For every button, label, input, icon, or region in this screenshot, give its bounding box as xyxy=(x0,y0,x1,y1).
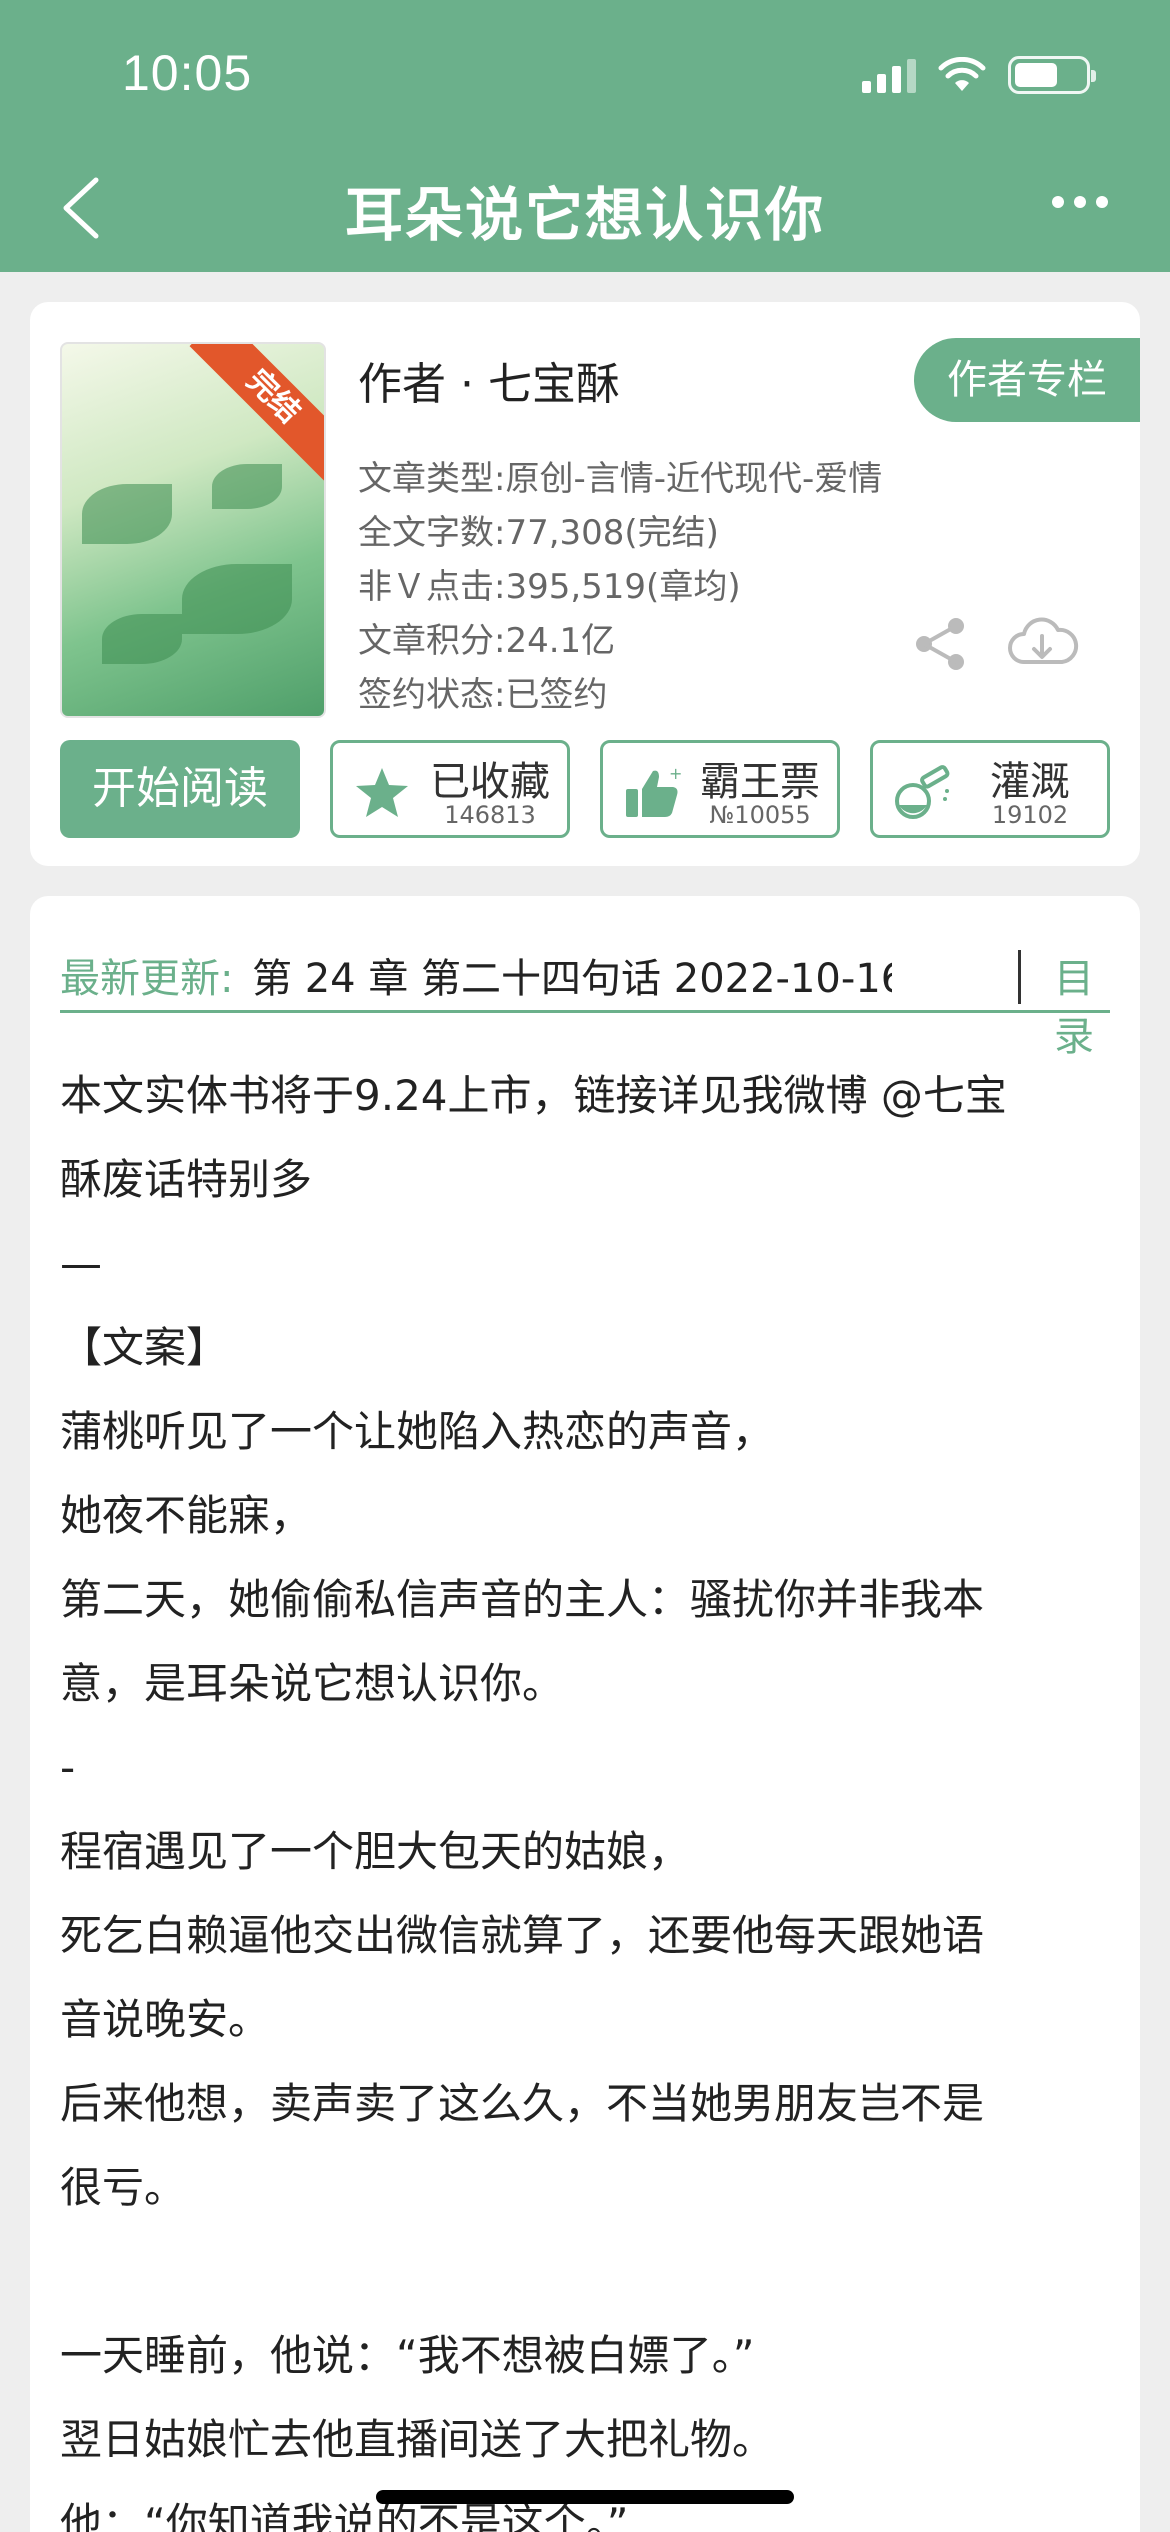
synopsis-line: 死乞白赖逼他交出微信就算了，还要他每天跟她语 xyxy=(60,1911,985,1960)
synopsis: 本文实体书将于9.24上市，链接详见我微博 @七宝 酥废话特别多 — 【文案】 … xyxy=(60,1054,1110,2532)
battery-icon xyxy=(1008,56,1096,94)
meta-word-count: 全文字数:77,308(完结) xyxy=(358,513,719,553)
thumbs-up-icon: + xyxy=(626,765,681,817)
svg-text:+: + xyxy=(669,765,681,783)
vote-button[interactable]: + 霸王票 №10055 xyxy=(600,740,840,838)
synopsis-line: 后来他想，卖声卖了这么久，不当她男朋友岂不是 xyxy=(60,2079,985,2128)
book-info-card: 完结 作者 · 七宝酥 作者专栏 文章类型:原创-言情-近代现代-爱情 全文字数… xyxy=(30,302,1140,866)
cellular-signal-icon xyxy=(862,57,916,93)
latest-update-row[interactable]: 最新更新: 第 24 章 第二十四句话 2022-10-16 1 目录 xyxy=(60,926,1110,1060)
book-meta: 文章类型:原创-言情-近代现代-爱情 全文字数:77,308(完结) 非Ｖ点击:… xyxy=(358,452,882,722)
water-label: 灌溉 xyxy=(990,759,1070,805)
home-indicator[interactable] xyxy=(376,2490,794,2504)
nutrient-bottle-icon xyxy=(895,765,950,819)
favorite-count: 146813 xyxy=(444,801,536,829)
book-cover[interactable]: 完结 xyxy=(60,342,326,718)
synopsis-line: 蒲桃听见了一个让她陷入热恋的声音， xyxy=(60,1407,775,1456)
synopsis-line: 第二天，她偷偷私信声音的主人：骚扰你并非我本 xyxy=(60,1575,985,1624)
favorite-button[interactable]: 已收藏 146813 xyxy=(330,740,570,838)
meta-genre: 文章类型:原创-言情-近代现代-爱情 xyxy=(358,459,883,499)
synopsis-line: — xyxy=(60,1239,102,1288)
synopsis-line: 本文实体书将于9.24上市，链接详见我微博 @七宝 xyxy=(60,1071,1007,1120)
latest-chapter-link[interactable]: 第 24 章 第二十四句话 2022-10-16 1 xyxy=(252,946,892,1004)
latest-update-label: 最新更新: xyxy=(60,956,234,1002)
completed-badge: 完结 xyxy=(189,344,324,481)
synopsis-line: 翌日姑娘忙去他直播间送了大把礼物。 xyxy=(60,2415,775,2464)
start-reading-button[interactable]: 开始阅读 xyxy=(60,740,300,838)
synopsis-line: 音说晚安。 xyxy=(60,1995,271,2044)
divider-line xyxy=(60,1010,1110,1013)
more-icon[interactable] xyxy=(1052,196,1108,208)
star-icon xyxy=(356,768,408,817)
vote-label: 霸王票 xyxy=(700,759,820,805)
page-title: 耳朵说它想认识你 xyxy=(344,181,825,249)
vote-count: №10055 xyxy=(709,801,811,829)
water-count: 19102 xyxy=(991,801,1069,829)
divider xyxy=(1018,950,1021,1004)
share-icon[interactable] xyxy=(910,614,970,674)
meta-sign-status: 签约状态:已签约 xyxy=(358,675,608,715)
status-time: 10:05 xyxy=(122,45,253,101)
synopsis-line: 一天睡前，他说：“我不想被白嫖了。” xyxy=(60,2331,755,2380)
meta-score: 文章积分:24.1亿 xyxy=(358,621,616,661)
synopsis-line: 酥废话特别多 xyxy=(60,1155,313,1204)
synopsis-line: 【文案】 xyxy=(60,1323,229,1372)
synopsis-line: 程宿遇见了一个胆大包天的姑娘， xyxy=(60,1827,691,1876)
synopsis-line: 她夜不能寐， xyxy=(60,1491,313,1540)
favorite-label: 已收藏 xyxy=(430,759,550,805)
status-icons xyxy=(862,56,1096,94)
table-of-contents-link[interactable]: 目录 xyxy=(1054,946,1110,1062)
synopsis-line: 意，是耳朵说它想认识你。 xyxy=(60,1659,565,1708)
synopsis-line xyxy=(60,2230,1110,2314)
author-name[interactable]: 作者 · 七宝酥 xyxy=(358,348,620,412)
water-button[interactable]: 灌溉 19102 xyxy=(870,740,1110,838)
author-column-button[interactable]: 作者专栏 xyxy=(914,338,1140,422)
meta-clicks: 非Ｖ点击:395,519(章均) xyxy=(358,567,741,607)
synopsis-line: - xyxy=(60,1743,76,1792)
description-card: 最新更新: 第 24 章 第二十四句话 2022-10-16 1 目录 本文实体… xyxy=(30,896,1140,2532)
top-bar: 10:05 耳朵说它想认识你 xyxy=(0,0,1170,272)
wifi-icon xyxy=(938,57,986,91)
download-icon[interactable] xyxy=(1004,612,1080,676)
synopsis-line: 很亏。 xyxy=(60,2163,187,2212)
